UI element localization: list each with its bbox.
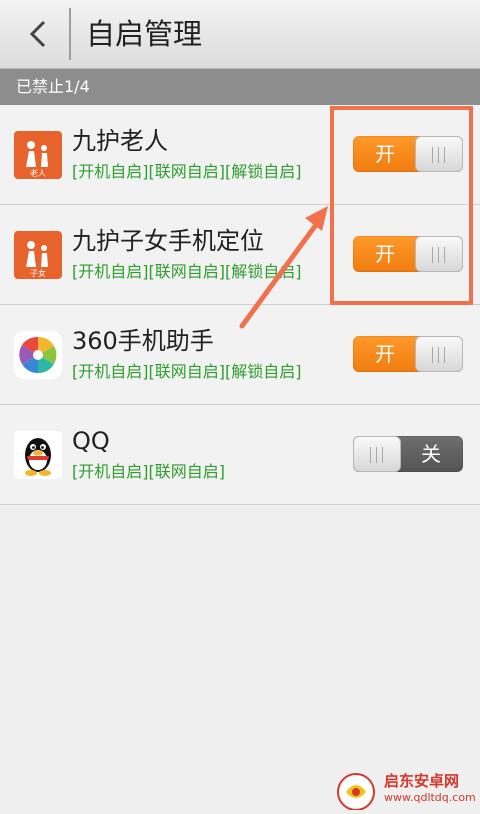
watermark-logo-icon <box>337 773 375 810</box>
watermark: 启东安卓网 www.qdltdq.com <box>334 770 476 810</box>
watermark-url: www.qdltdq.com <box>384 791 476 804</box>
annotation-arrow-icon <box>239 206 328 329</box>
watermark-name: 启东安卓网 <box>384 772 460 790</box>
